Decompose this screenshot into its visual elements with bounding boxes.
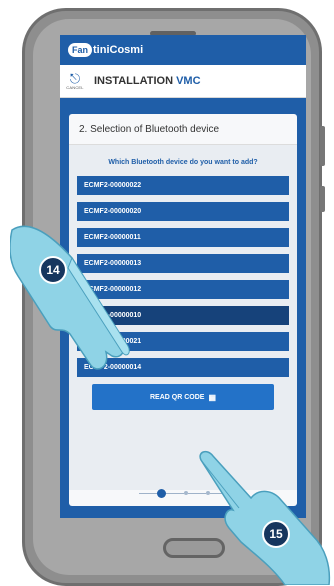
device-question: Which Bluetooth device do you want to ad…	[108, 159, 258, 166]
exit-icon: ⎋	[69, 71, 81, 86]
step-title: 2. Selection of Bluetooth device	[69, 114, 297, 145]
step-line	[138, 492, 157, 494]
qr-button-label: READ QR CODE	[149, 393, 205, 401]
tapping-hand-icon	[193, 448, 334, 585]
volume-button	[320, 126, 325, 166]
logo-text: tiniCosmi	[93, 44, 144, 56]
step-badge-14: 14	[39, 256, 67, 284]
read-qr-code-button[interactable]: READ QR CODE ▦	[92, 384, 274, 410]
pointing-hand-icon	[10, 218, 140, 378]
page-title: INSTALLATION VMC	[90, 75, 201, 87]
cancel-label: CANCEL	[66, 85, 84, 90]
page-title-main: INSTALLATION	[94, 75, 177, 87]
step-badge-15: 15	[262, 520, 290, 548]
qr-code-icon: ▦	[208, 392, 216, 402]
logo-badge: Fan	[68, 43, 93, 57]
step-line	[165, 492, 184, 494]
power-button	[320, 186, 325, 212]
page-title-accent: VMC	[176, 75, 201, 87]
step-dot-active	[156, 488, 166, 498]
page-header: ⎋ CANCEL INSTALLATION VMC	[60, 65, 306, 98]
device-item[interactable]: ECMF2-00000022	[77, 176, 289, 195]
app-topbar: Fan tiniCosmi	[60, 35, 306, 65]
cancel-button[interactable]: ⎋ CANCEL	[60, 72, 90, 90]
brand-logo: Fan tiniCosmi	[68, 43, 143, 57]
